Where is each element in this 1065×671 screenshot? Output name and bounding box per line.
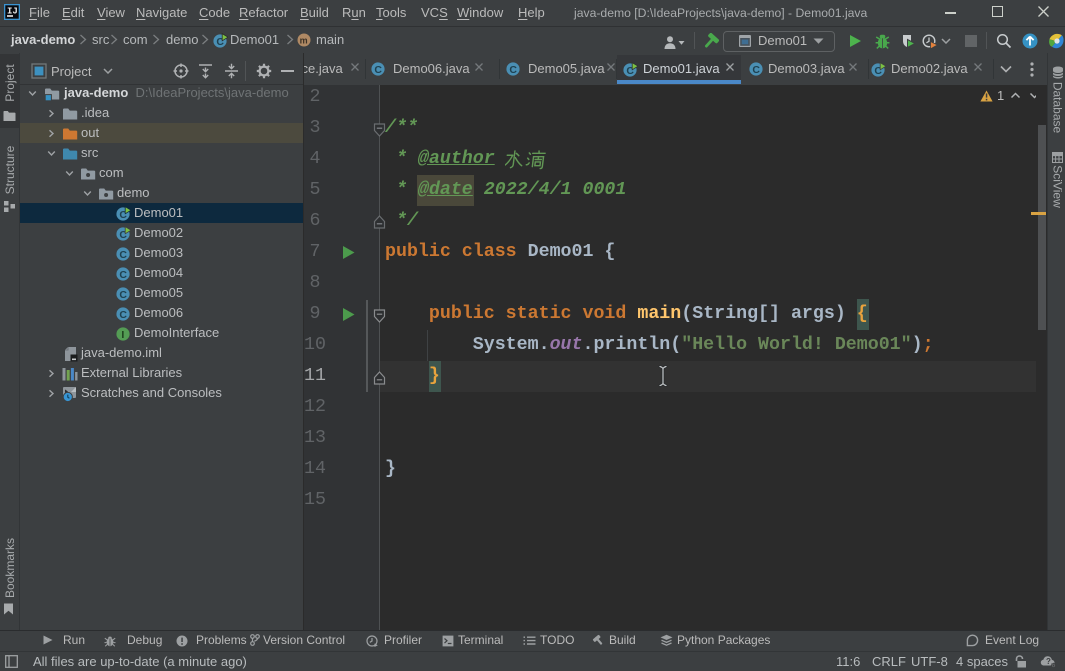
svg-text:C: C (119, 269, 127, 281)
svg-text:C: C (509, 64, 517, 76)
svg-text:C: C (119, 289, 127, 301)
svg-text:C: C (119, 249, 127, 261)
svg-text:C: C (374, 64, 382, 76)
svg-text:C: C (119, 309, 127, 321)
svg-text:IJ: IJ (7, 7, 18, 17)
svg-text:?: ? (1046, 657, 1051, 666)
svg-text:I: I (121, 329, 124, 341)
svg-text:m: m (300, 36, 308, 46)
svg-text:C: C (752, 64, 760, 76)
